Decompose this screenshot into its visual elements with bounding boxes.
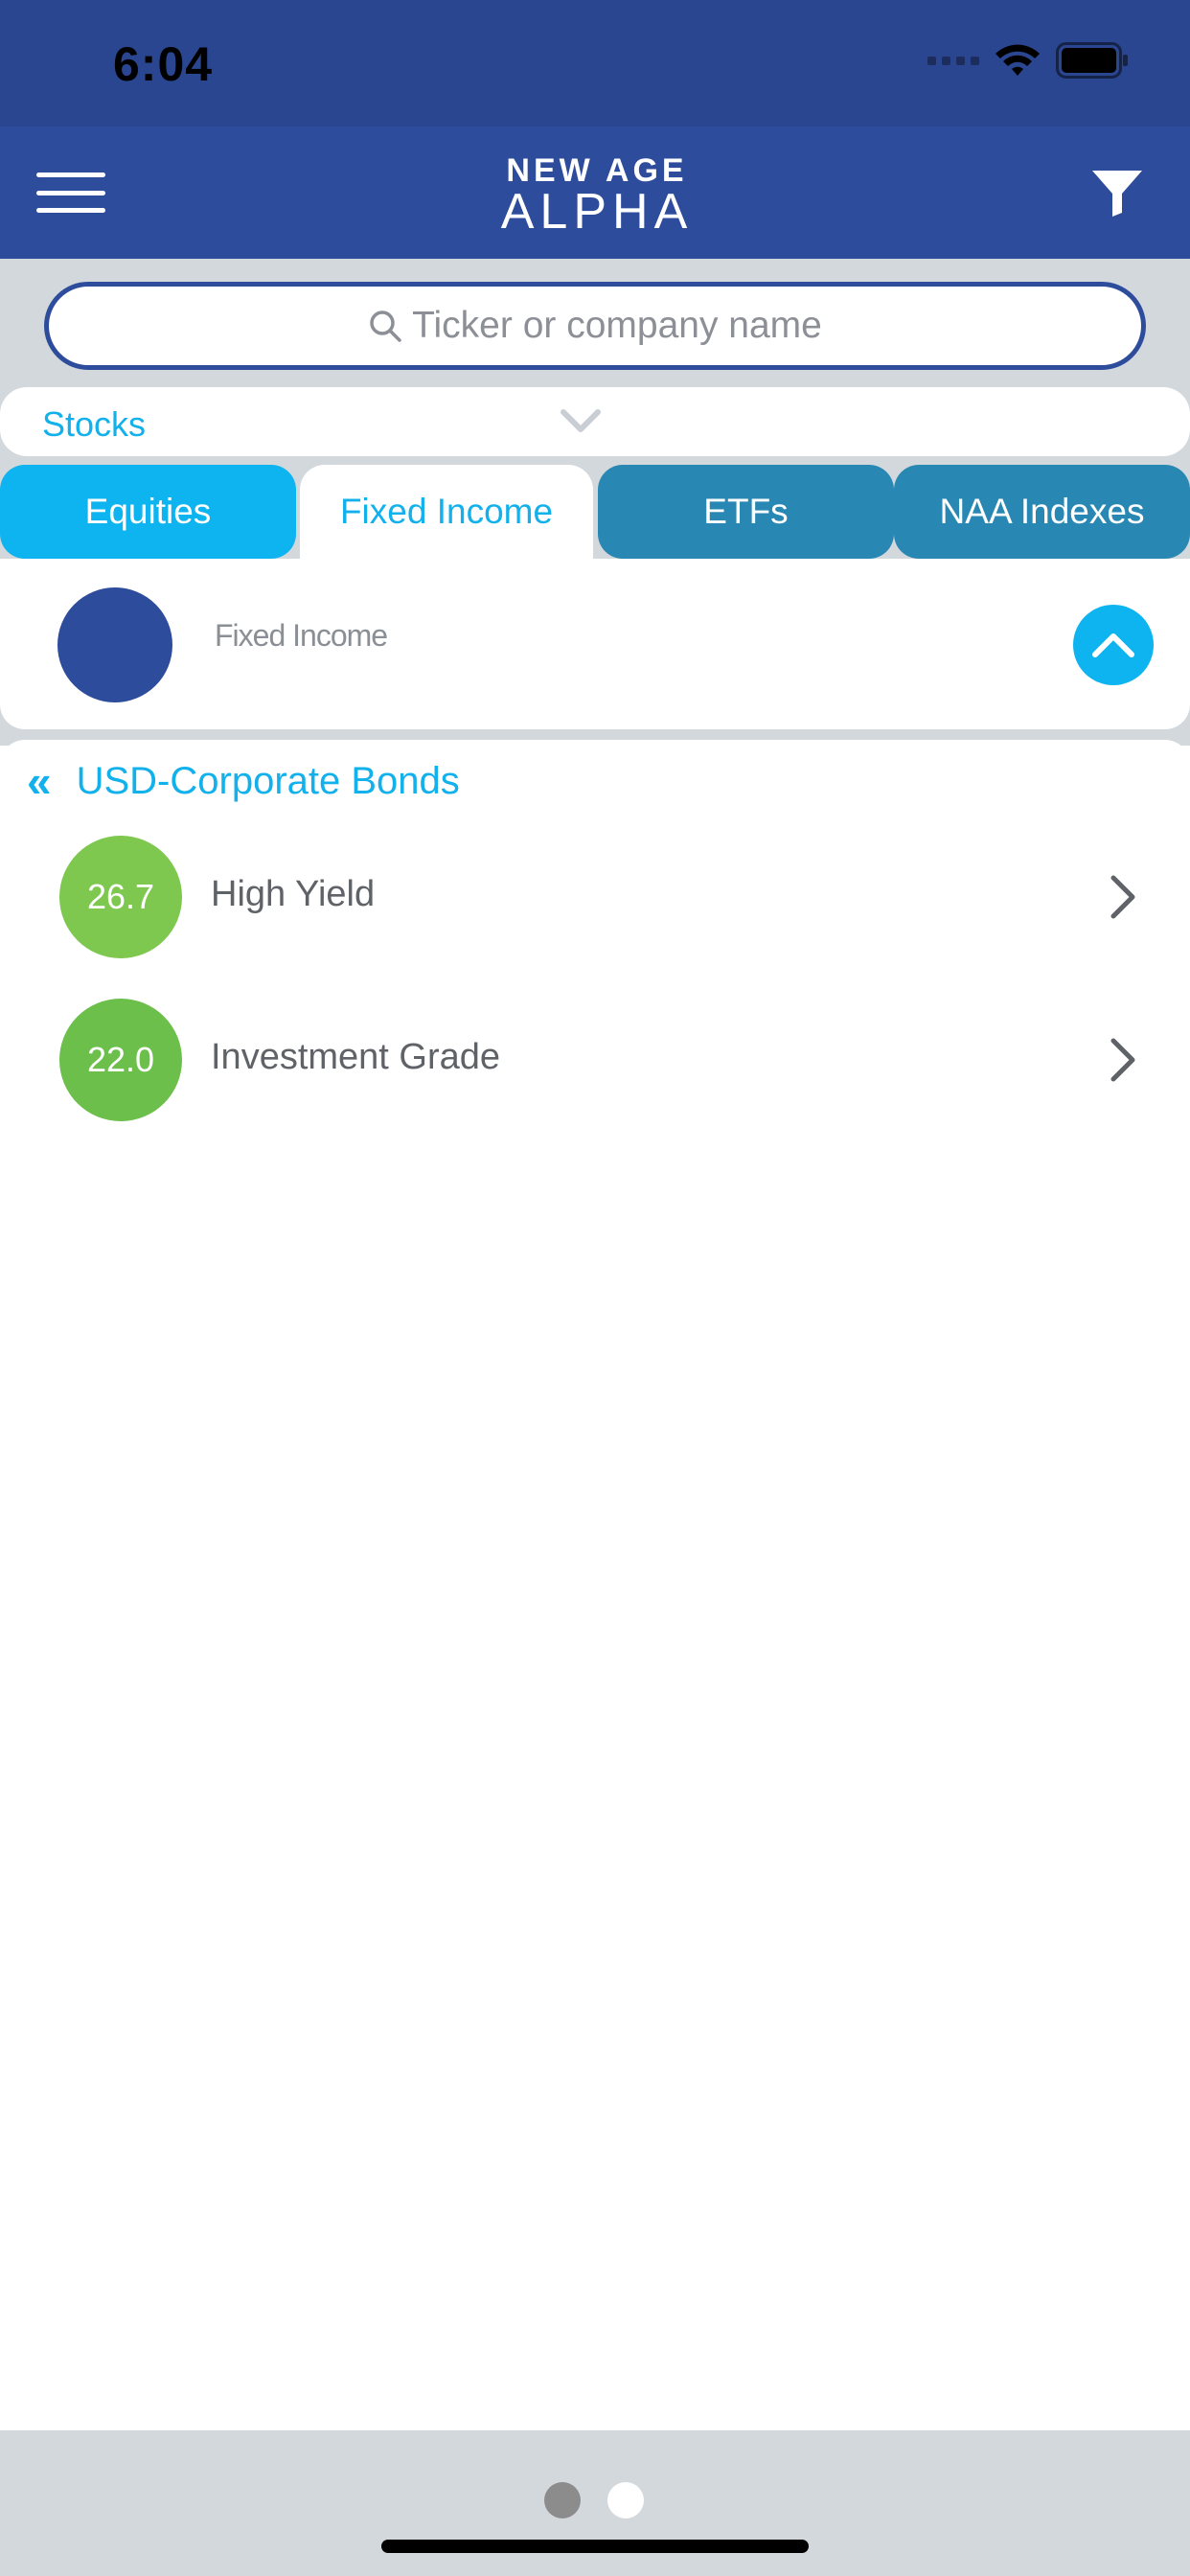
tab-equities[interactable]: Equities (0, 465, 296, 559)
section-avatar (57, 587, 172, 702)
tab-etfs[interactable]: ETFs (598, 465, 894, 559)
hamburger-menu-icon[interactable] (36, 172, 105, 213)
search-icon (370, 310, 401, 342)
search-area: Ticker or company name (0, 259, 1190, 381)
tab-naa-indexes[interactable]: NAA Indexes (894, 465, 1190, 559)
cellular-signal-icon (927, 56, 979, 65)
battery-icon (1056, 42, 1128, 79)
logo-line2: ALPHA (500, 184, 694, 240)
chevron-up-icon (1092, 633, 1134, 657)
bottom-bar (0, 2430, 1190, 2576)
score-badge: 26.7 (59, 836, 182, 958)
asset-tabs: Equities Fixed Income ETFs NAA Indexes (0, 465, 1190, 559)
dropdown-selected: Stocks (42, 404, 147, 444)
status-icons (927, 42, 1129, 79)
list-item-label: High Yield (211, 874, 376, 914)
filter-icon[interactable] (1090, 169, 1144, 218)
score-badge: 22.0 (59, 999, 182, 1121)
category-dropdown[interactable]: Stocks (0, 387, 1190, 456)
page-indicator-dot-2[interactable] (607, 2482, 644, 2518)
logo-line1: NEW AGE (506, 152, 688, 189)
breadcrumb-title: USD-Corporate Bonds (76, 759, 460, 802)
list-item-label: Investment Grade (211, 1037, 501, 1077)
breadcrumb[interactable]: « USD-Corporate Bonds (27, 759, 460, 803)
list-item[interactable]: 26.7 High Yield (0, 836, 1190, 958)
status-bar: 6:04 (0, 0, 1190, 126)
app-logo: NEW AGE ALPHA (468, 152, 726, 240)
search-input[interactable]: Ticker or company name (44, 282, 1146, 370)
home-indicator (381, 2540, 809, 2553)
list-item[interactable]: 22.0 Investment Grade (0, 999, 1190, 1121)
nav-bar: NEW AGE ALPHA (0, 126, 1190, 259)
chevron-right-icon (1110, 875, 1135, 919)
status-time: 6:04 (113, 37, 214, 91)
section-label: Fixed Income (215, 618, 388, 653)
search-placeholder: Ticker or company name (412, 305, 822, 346)
content-panel: « USD-Corporate Bonds 26.7 High Yield 22… (0, 740, 1190, 2430)
section-card: Fixed Income (0, 559, 1190, 729)
chevron-right-icon (1110, 1038, 1135, 1082)
wifi-icon (995, 44, 1040, 76)
collapse-button[interactable] (1073, 605, 1154, 685)
page-indicator-dot-1[interactable] (544, 2482, 581, 2518)
double-chevron-left-icon: « (27, 756, 52, 806)
tab-fixed-income[interactable]: Fixed Income (300, 465, 593, 559)
chevron-down-icon (561, 409, 601, 432)
